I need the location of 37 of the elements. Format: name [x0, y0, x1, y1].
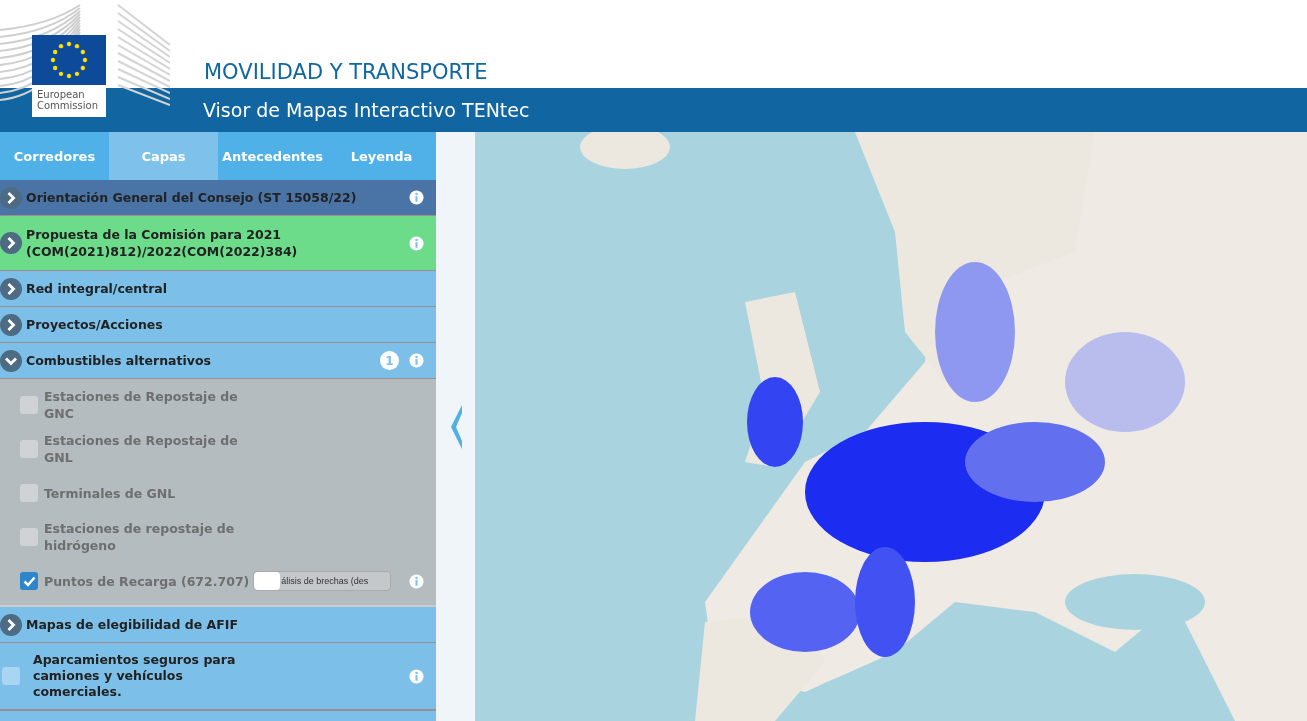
layer-group-label: Proyectos/Acciones: [26, 316, 164, 333]
chevron-icon[interactable]: [0, 277, 22, 300]
count-badge: 1: [380, 351, 399, 370]
eu-flag-icon: [32, 35, 106, 85]
layer-label: Estaciones de Repostaje de GNC: [44, 388, 239, 422]
layer-group-label: Orientación General del Consejo (ST 15058/22): [26, 189, 358, 206]
layer-group-label: Mapas de elegibilidad de AFIF: [26, 616, 239, 633]
chevron-icon[interactable]: [0, 349, 22, 372]
chevron-icon[interactable]: [0, 232, 22, 254]
collapse-arrow-icon[interactable]: [448, 404, 463, 449]
layer-group-label: Combustibles alternativos: [26, 352, 212, 369]
info-icon[interactable]: [409, 190, 424, 205]
checkbox[interactable]: [20, 572, 38, 590]
site-title: MOVILIDAD Y TRANSPORTE: [204, 60, 488, 84]
chevron-icon[interactable]: [0, 186, 22, 209]
logo-text: European Commission: [37, 89, 99, 111]
info-icon[interactable]: [409, 668, 424, 684]
checkbox[interactable]: [20, 440, 38, 458]
checkbox[interactable]: [20, 484, 38, 502]
checkbox[interactable]: [2, 667, 20, 685]
checkbox[interactable]: [20, 528, 38, 546]
chevron-icon[interactable]: [0, 313, 22, 336]
site-subtitle: Visor de Mapas Interactivo TENtec: [203, 99, 530, 121]
layer-label: Terminales de GNL: [44, 484, 177, 502]
info-icon[interactable]: [409, 573, 424, 589]
layer-group-row[interactable]: Propuesta de la Comisión para 2021 (COM(2021)812)/2022(COM(2022)384): [0, 216, 436, 271]
layer-label: Estaciones de Repostaje de GNL: [44, 432, 239, 466]
layer-group-label: Propuesta de la Comisión para 2021 (COM(2021)812)/2022(COM(2022)384): [26, 226, 299, 260]
layer-label: Puntos de Recarga (672.707): [44, 572, 250, 590]
layer-group-label: Red integral/central: [26, 280, 169, 297]
info-icon[interactable]: [409, 353, 424, 368]
layer-label: Aparcamientos seguros para camiones y vehículos comerciales.: [33, 652, 237, 700]
layer-label: Estaciones de repostaje de hidrógeno: [44, 520, 236, 554]
chevron-icon[interactable]: [0, 613, 22, 636]
toggle-switch[interactable]: álisis de brechas (des: [253, 571, 392, 591]
checkbox[interactable]: [20, 396, 38, 414]
info-icon[interactable]: [409, 235, 424, 251]
